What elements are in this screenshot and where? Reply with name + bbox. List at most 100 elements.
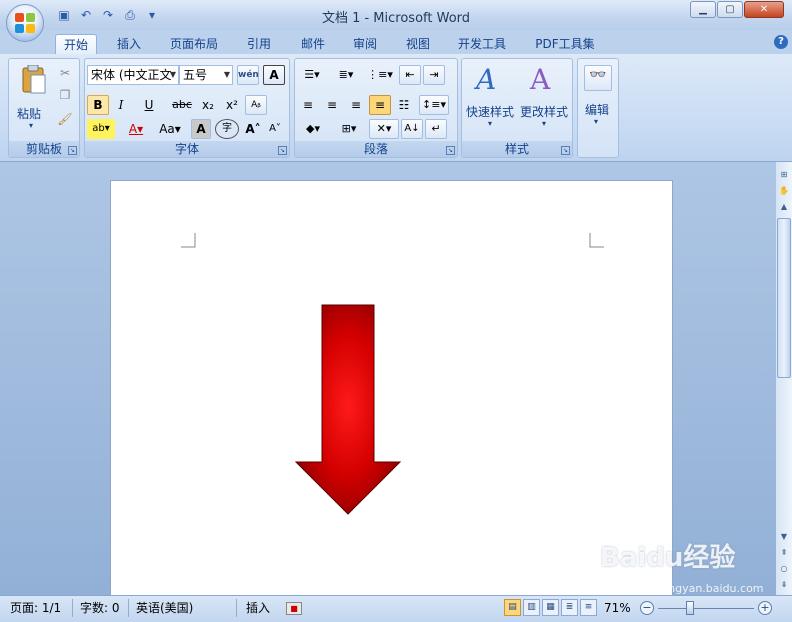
char-border-button[interactable]: A	[263, 65, 285, 85]
outline-view-icon[interactable]: ≣	[561, 599, 578, 616]
zoom-slider-track[interactable]	[658, 608, 754, 609]
format-painter-icon[interactable]: 🖌	[55, 109, 75, 127]
dialog-launcher-icon[interactable]: ↘	[278, 146, 287, 155]
bullets-icon[interactable]: ☰▾	[297, 65, 327, 85]
align-right-icon[interactable]: ≡	[345, 95, 367, 115]
office-button[interactable]	[6, 4, 44, 42]
char-shading-button[interactable]: A	[191, 119, 211, 139]
print-layout-view-icon[interactable]: ▤	[504, 599, 521, 616]
font-color-button[interactable]: A▾	[123, 119, 149, 139]
bold-button[interactable]: B	[87, 95, 109, 115]
zoom-level[interactable]: 71%	[604, 600, 631, 616]
draft-view-icon[interactable]: ≡	[580, 599, 597, 616]
sort-icon[interactable]: A↓	[401, 119, 423, 139]
dialog-launcher-icon[interactable]: ↘	[68, 146, 77, 155]
align-center-icon[interactable]: ≡	[321, 95, 343, 115]
font-name-select[interactable]: 宋体 (中文正文 ▼	[87, 65, 179, 85]
editing-group[interactable]: 👓 编辑 ▾	[577, 58, 619, 158]
chevron-down-icon: ▼	[169, 70, 176, 79]
font-size-value: 五号	[183, 68, 208, 82]
numbering-icon[interactable]: ≣▾	[331, 65, 361, 85]
paste-button[interactable]: 粘贴 ▾	[13, 63, 53, 133]
maximize-button[interactable]: ▢	[717, 1, 743, 18]
dialog-launcher-icon[interactable]: ↘	[446, 146, 455, 155]
shrink-font-button[interactable]: A˅	[265, 119, 285, 139]
show-marks-icon[interactable]: ↵	[425, 119, 447, 139]
down-arrow-shape[interactable]	[295, 304, 405, 516]
tab-developer[interactable]: 开发工具	[450, 34, 514, 54]
select-browse-object-icon[interactable]: ○	[777, 562, 791, 576]
close-button[interactable]: ✕	[744, 1, 784, 18]
previous-page-icon[interactable]: ⇞	[777, 546, 791, 560]
distributed-icon[interactable]: ☷	[393, 95, 415, 115]
phonetic-guide-button[interactable]: wén	[237, 65, 259, 85]
highlight-button[interactable]: ab▾	[87, 119, 115, 139]
italic-button[interactable]: I	[111, 95, 131, 115]
underline-button[interactable]: U	[135, 95, 163, 115]
word-count[interactable]: 字数: 0	[80, 600, 120, 616]
hand-icon[interactable]: ✋	[777, 184, 791, 198]
change-styles-label: 更改样式	[520, 105, 569, 119]
clear-format-icon[interactable]: Aᵦ	[245, 95, 267, 115]
justify-icon[interactable]: ≡	[369, 95, 391, 115]
baidu-watermark-url: jingyan.baidu.com	[662, 582, 764, 595]
minimize-button[interactable]: ▁	[690, 1, 716, 18]
scroll-up-icon[interactable]: ▲	[777, 200, 791, 214]
chinese-layout-icon[interactable]: ✕▾	[369, 119, 399, 139]
zoom-in-icon[interactable]: +	[758, 601, 772, 615]
enclose-char-button[interactable]: 字	[215, 119, 239, 139]
cut-icon[interactable]: ✂	[55, 63, 75, 81]
ruler-toggle-icon[interactable]: ⊞	[777, 168, 791, 182]
next-page-icon[interactable]: ⇟	[777, 578, 791, 592]
quick-styles-button[interactable]: A 快速样式 ▾	[464, 61, 518, 137]
macro-record-icon[interactable]: ■	[286, 602, 302, 615]
change-case-label: Aa	[159, 122, 175, 136]
chevron-down-icon: ▾	[594, 117, 599, 126]
quick-styles-label: 快速样式	[466, 105, 515, 119]
change-case-button[interactable]: Aa▾	[155, 119, 185, 139]
subscript-button[interactable]: x₂	[197, 95, 219, 115]
language[interactable]: 英语(美国)	[136, 600, 193, 616]
strikethrough-button[interactable]: abc	[169, 95, 195, 115]
vertical-scrollbar[interactable]: ⊞ ✋ ▲ ▼ ⇞ ○ ⇟	[776, 162, 792, 595]
document-page[interactable]	[110, 180, 673, 600]
copy-icon[interactable]: ❐	[55, 85, 75, 103]
tab-pdf-tools[interactable]: PDF工具集	[528, 34, 602, 54]
grow-font-button[interactable]: A˄	[243, 119, 263, 139]
quick-styles-icon: A	[476, 63, 497, 96]
tab-page-layout[interactable]: 页面布局	[162, 34, 226, 54]
styles-group: A 快速样式 ▾ A 更改样式 ▾ 样式 ↘	[461, 58, 573, 158]
web-layout-icon[interactable]: ▦	[542, 599, 559, 616]
tab-review[interactable]: 审阅	[344, 34, 386, 54]
shading-icon[interactable]: ◆▾	[297, 119, 329, 139]
crop-mark-top-left	[181, 233, 196, 248]
increase-indent-icon[interactable]: ⇥	[423, 65, 445, 85]
decrease-indent-icon[interactable]: ⇤	[399, 65, 421, 85]
scroll-down-icon[interactable]: ▼	[777, 530, 791, 544]
paragraph-group: ☰▾ ≣▾ ⋮≡▾ ⇤ ⇥ ≡ ≡ ≡ ≡ ☷ ↕≡▾ ◆▾ ⊞▾ ✕▾ A↓ …	[294, 58, 458, 158]
dialog-launcher-icon[interactable]: ↘	[561, 146, 570, 155]
line-spacing-icon[interactable]: ↕≡▾	[419, 95, 449, 115]
tab-insert[interactable]: 插入	[108, 34, 150, 54]
zoom-out-icon[interactable]: −	[640, 601, 654, 615]
ribbon: 粘贴 ▾ ✂ ❐ 🖌 剪贴板 ↘ 宋体 (中文正文 ▼ 五号 ▼ wén A B I…	[0, 54, 792, 162]
superscript-button[interactable]: x²	[221, 95, 243, 115]
document-workspace	[0, 162, 776, 600]
editing-label: 编辑	[585, 103, 610, 117]
page-count[interactable]: 页面: 1/1	[10, 600, 61, 616]
tab-view[interactable]: 视图	[397, 34, 439, 54]
zoom-slider-thumb[interactable]	[686, 601, 694, 615]
shrink-font-label: A	[269, 123, 276, 134]
align-left-icon[interactable]: ≡	[297, 95, 319, 115]
insert-mode[interactable]: 插入	[246, 600, 270, 616]
font-size-select[interactable]: 五号 ▼	[179, 65, 233, 85]
tab-home[interactable]: 开始	[55, 34, 97, 54]
multilevel-list-icon[interactable]: ⋮≡▾	[365, 65, 395, 85]
tab-references[interactable]: 引用	[238, 34, 280, 54]
change-styles-button[interactable]: A 更改样式 ▾	[518, 61, 572, 137]
full-screen-reading-icon[interactable]: ▥	[523, 599, 540, 616]
borders-icon[interactable]: ⊞▾	[333, 119, 365, 139]
tab-mailings[interactable]: 邮件	[292, 34, 334, 54]
help-icon[interactable]: ?	[774, 35, 788, 49]
scroll-thumb[interactable]	[777, 218, 791, 378]
